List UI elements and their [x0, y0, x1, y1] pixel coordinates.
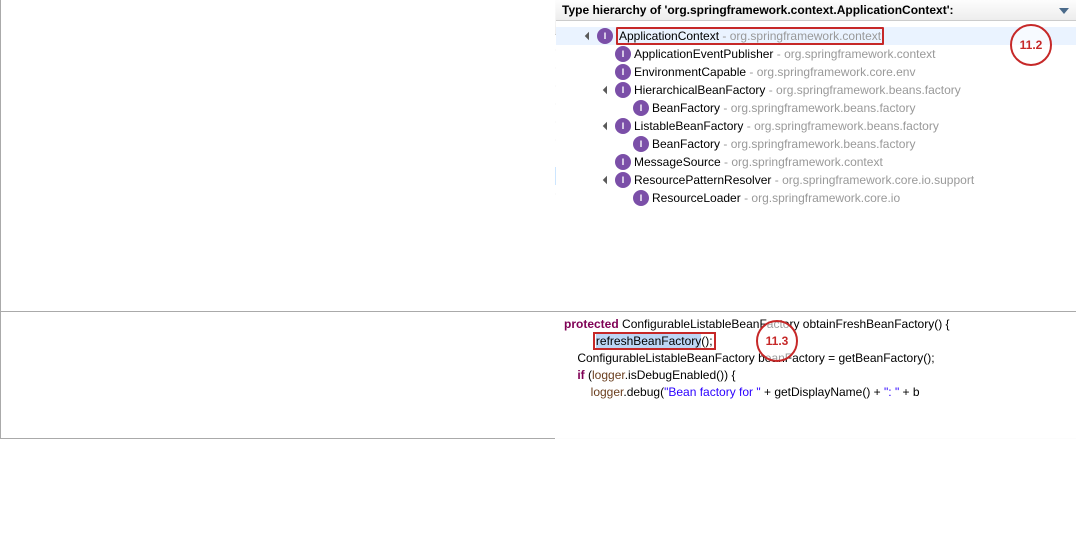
tree-row[interactable]: HierarchicalBeanFactory - org.springfram… — [556, 81, 1076, 99]
package-name: - org.springframework.beans.factory — [743, 119, 938, 133]
package-name: - org.springframework.core.env — [746, 65, 915, 79]
tree-row[interactable]: ApplicationContext - org.springframework… — [556, 27, 1076, 45]
interface-icon — [615, 118, 631, 134]
package-name: - org.springframework.core.io.support — [771, 173, 974, 187]
type-name: ApplicationEventPublisher — [634, 47, 773, 61]
annotation-callout: 11.2 — [1010, 24, 1052, 66]
panel-title-bar: Types implementing or defining 'Abstract… — [556, 438, 1076, 439]
type-name: EnvironmentCapable — [634, 65, 746, 79]
package-name: - org.springframework.context — [721, 155, 883, 169]
interface-icon — [615, 154, 631, 170]
type-name: ListableBeanFactory — [634, 119, 743, 133]
tree-row[interactable]: EnvironmentCapable - org.springframework… — [556, 63, 1076, 81]
type-name: ResourceLoader — [652, 191, 741, 205]
code-editor-refresh[interactable]: protected final void refreshBeanFactory(… — [555, 312, 556, 555]
interface-icon — [615, 82, 631, 98]
code-editor-obtain[interactable]: protected ConfigurableListableBeanFactor… — [556, 312, 1076, 437]
interface-icon — [633, 100, 649, 116]
type-tree[interactable]: ApplicationContext - org.springframework… — [556, 21, 1076, 211]
package-name: - org.springframework.context — [773, 47, 935, 61]
type-name: HierarchicalBeanFactory — [634, 83, 765, 97]
hierarchy-panel-supertypes: Type hierarchy of 'org.springframework.c… — [556, 0, 1076, 311]
tree-row[interactable]: ListableBeanFactory - org.springframewor… — [556, 117, 1076, 135]
package-name: - org.springframework.beans.factory — [765, 83, 960, 97]
expand-icon[interactable] — [602, 121, 613, 132]
interface-icon — [615, 172, 631, 188]
interface-icon — [615, 46, 631, 62]
package-name: - org.springframework.beans.factory — [720, 137, 915, 151]
expand-icon[interactable] — [602, 85, 613, 96]
type-name: MessageSource — [634, 155, 721, 169]
type-name: BeanFactory — [652, 137, 720, 151]
type-name: ApplicationContext — [619, 29, 719, 43]
interface-icon — [615, 64, 631, 80]
tree-row[interactable]: BeanFactory - org.springframework.beans.… — [556, 99, 1076, 117]
expand-icon[interactable] — [584, 31, 595, 42]
type-name: ResourcePatternResolver — [634, 173, 771, 187]
interface-icon — [633, 190, 649, 206]
implementors-panel: Types implementing or defining 'Abstract… — [556, 438, 1076, 439]
panel-title: Type hierarchy of 'org.springframework.c… — [562, 3, 954, 17]
interface-icon — [633, 136, 649, 152]
tree-row[interactable]: MessageSource - org.springframework.cont… — [556, 153, 1076, 171]
view-menu-icon[interactable] — [1059, 5, 1070, 16]
tree-row[interactable]: BeanFactory - org.springframework.beans.… — [556, 135, 1076, 153]
expand-icon[interactable] — [602, 175, 613, 186]
package-name: - org.springframework.beans.factory — [720, 101, 915, 115]
tree-row[interactable]: ResourceLoader - org.springframework.cor… — [556, 189, 1076, 207]
interface-icon — [597, 28, 613, 44]
tree-row[interactable]: ResourcePatternResolver - org.springfram… — [556, 171, 1076, 189]
package-name: - org.springframework.core.io — [741, 191, 900, 205]
type-name: BeanFactory — [652, 101, 720, 115]
tree-row[interactable]: ApplicationEventPublisher - org.springfr… — [556, 45, 1076, 63]
package-name: - org.springframework.context — [719, 29, 881, 43]
panel-title-bar: Type hierarchy of 'org.springframework.c… — [556, 0, 1076, 21]
